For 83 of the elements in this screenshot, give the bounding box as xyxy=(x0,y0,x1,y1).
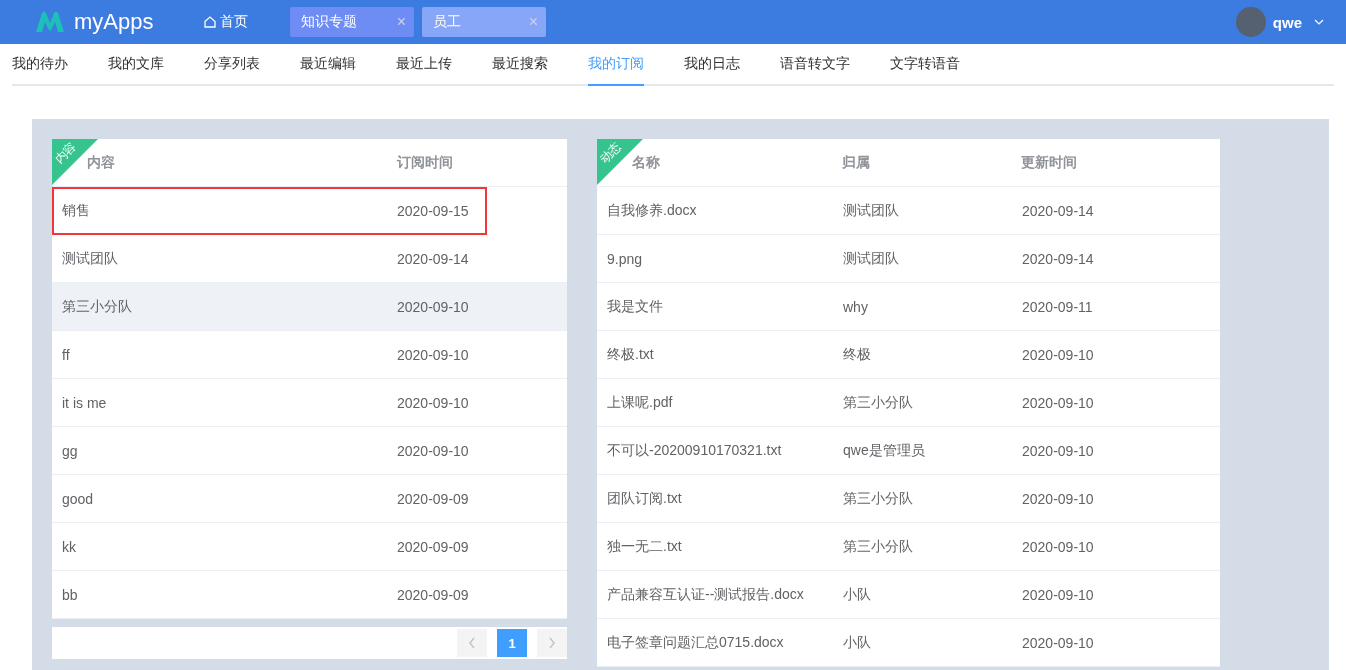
logo-text: myApps xyxy=(74,9,154,35)
nav-tab[interactable]: 我的日志 xyxy=(684,44,740,86)
table-row[interactable]: 第三小分队 2020-09-10 xyxy=(52,283,567,331)
table-cell-text: 我是文件 xyxy=(606,297,664,316)
table-row[interactable]: good 2020-09-09 xyxy=(52,475,567,523)
table-row[interactable]: kk 2020-09-09 xyxy=(52,523,567,571)
ribbon-label: 动态 xyxy=(597,139,626,168)
table-cell: 2020-09-10 xyxy=(1022,538,1094,555)
table-cell: 2020-09-10 xyxy=(1022,634,1094,651)
table-cell-text: 测试团队 xyxy=(843,249,900,268)
table-cell-text: 上课呢.pdf xyxy=(606,393,674,412)
table-cell-text: ff xyxy=(61,346,71,363)
prev-page-button[interactable] xyxy=(457,629,487,657)
table-cell: 2020-09-14 xyxy=(1022,202,1094,219)
table-cell-text: it is me xyxy=(61,394,108,411)
nav-tab[interactable]: 最近搜索 xyxy=(492,44,548,86)
table-cell-text: why xyxy=(843,298,869,315)
avatar[interactable] xyxy=(1235,7,1266,37)
table-cell: 2020-09-10 xyxy=(1022,346,1094,363)
column-header: 归属 xyxy=(842,153,871,172)
column-header: 订阅时间 xyxy=(397,153,453,172)
table-row[interactable]: 销售 2020-09-15 xyxy=(52,187,487,235)
table-cell-text: 第三小分队 xyxy=(843,393,914,412)
home-icon[interactable] xyxy=(204,16,216,28)
table-cell-text: kk xyxy=(61,538,77,555)
table-cell-text: 测试团队 xyxy=(61,249,119,268)
nav-tab[interactable]: 我的待办 xyxy=(12,44,68,86)
table-cell: 2020-09-10 xyxy=(1022,394,1094,411)
chevron-left-icon xyxy=(468,637,476,649)
table-cell-text: 终极 xyxy=(843,345,872,364)
caret-icon[interactable] xyxy=(1314,19,1324,25)
table-cell-text: 销售 xyxy=(61,201,91,220)
table-cell-text: 团队订阅.txt xyxy=(606,489,683,508)
nav-tab[interactable]: 文字转语音 xyxy=(890,44,960,86)
column-header: 更新时间 xyxy=(1021,153,1077,172)
table-cell: 2020-09-09 xyxy=(397,538,469,555)
table-cell-text: gg xyxy=(61,442,79,459)
table-cell: 2020-09-10 xyxy=(397,298,469,315)
logo-icon xyxy=(34,10,66,34)
table-cell: 2020-09-10 xyxy=(1022,442,1094,459)
table-cell: 2020-09-10 xyxy=(397,394,469,411)
table-cell: 2020-09-11 xyxy=(1022,298,1093,315)
table-cell-text: 电子签章问题汇总0715.docx xyxy=(606,633,785,652)
table-cell: 2020-09-15 xyxy=(397,202,469,219)
column-header: 名称 xyxy=(632,153,660,170)
table-cell: 2020-09-10 xyxy=(397,346,469,363)
table-cell-text: 小队 xyxy=(843,585,872,604)
table-cell-text: 自我修养.docx xyxy=(606,201,698,220)
table-row[interactable]: ff 2020-09-10 xyxy=(52,331,567,379)
table-cell-text: 不可以-20200910170321.txt xyxy=(606,441,783,460)
table-cell: 2020-09-14 xyxy=(1022,250,1094,267)
nav-tab[interactable]: 我的文库 xyxy=(108,44,164,86)
table-cell-text: good xyxy=(61,490,95,507)
ribbon-label: 内容 xyxy=(52,139,81,168)
user-name[interactable]: qwe xyxy=(1272,13,1302,31)
nav-tab[interactable]: 分享列表 xyxy=(204,44,260,86)
table-cell: 2020-09-14 xyxy=(397,250,469,267)
next-page-button[interactable] xyxy=(537,629,567,657)
chevron-right-icon xyxy=(548,637,556,649)
table-cell-text: 第三小分队 xyxy=(843,489,914,508)
nav-tab[interactable]: 语音转文字 xyxy=(780,44,850,86)
table-cell: 2020-09-09 xyxy=(397,490,469,507)
table-row[interactable]: gg 2020-09-10 xyxy=(52,427,567,475)
table-cell-text: 产品兼容互认证--测试报告.docx xyxy=(606,585,805,604)
table-cell-text: 测试团队 xyxy=(843,201,900,220)
table-cell-text: qwe是管理员 xyxy=(843,441,926,460)
table-row[interactable]: bb 2020-09-09 xyxy=(52,571,567,619)
column-header: 内容 xyxy=(87,153,115,170)
table-cell-text: 独一无二.txt xyxy=(606,537,683,556)
table-cell-text: 小队 xyxy=(843,633,872,652)
home-link[interactable]: 首页 xyxy=(220,13,248,31)
table-row[interactable]: it is me 2020-09-10 xyxy=(52,379,567,427)
table-cell-text: 第三小分队 xyxy=(61,297,133,316)
table-cell-text: 终极.txt xyxy=(606,345,655,364)
table-cell: 2020-09-10 xyxy=(1022,490,1094,507)
table-cell-text: bb xyxy=(61,586,79,603)
table-cell-text: 第三小分队 xyxy=(843,537,914,556)
nav-tab[interactable]: 最近编辑 xyxy=(300,44,356,86)
nav-tab[interactable]: 最近上传 xyxy=(396,44,452,86)
table-cell-text: 9.png xyxy=(606,250,644,267)
table-cell: 2020-09-10 xyxy=(397,442,469,459)
table-cell: 2020-09-09 xyxy=(397,586,469,603)
table-cell: 2020-09-10 xyxy=(1022,586,1094,603)
